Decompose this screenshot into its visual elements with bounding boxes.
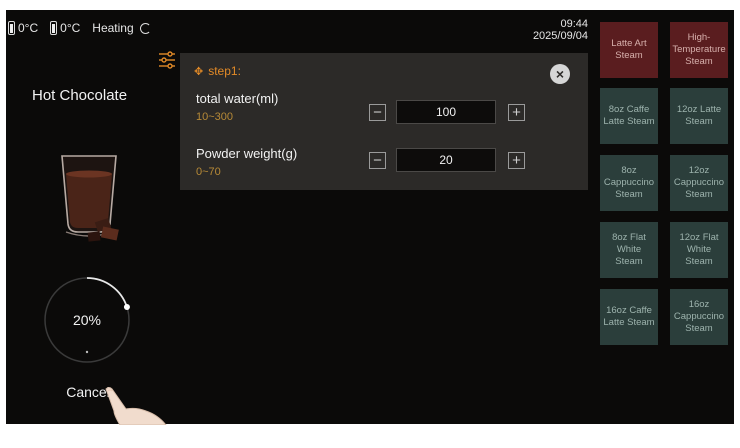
clock: 09:44 2025/09/04 — [526, 18, 588, 42]
settings-sliders-icon[interactable] — [158, 50, 176, 70]
water-param-label: total water(ml) — [196, 91, 279, 106]
tank-1-temp: 0°C — [18, 21, 39, 35]
tile-12oz-cappuccino-steam[interactable]: 12oz Cappuccino Steam — [670, 155, 728, 211]
tank-icon — [50, 21, 58, 35]
hot-chocolate-cup-icon — [61, 155, 119, 242]
tile-12oz-latte-steam[interactable]: 12oz Latte Steam — [670, 88, 728, 144]
gear-icon: ✥ — [194, 65, 204, 78]
powder-param-label: Powder weight(g) — [196, 146, 298, 161]
powder-plus-button[interactable]: + — [508, 152, 525, 169]
water-param-range: 10~300 — [196, 111, 234, 123]
machine-screen: 0°C 0°C Heating 09:44 2025/09/04 Hot Cho… — [6, 10, 734, 424]
step-label: step1: — [208, 64, 241, 78]
heating-status: Heating — [92, 21, 151, 35]
tile-high-temperature-steam[interactable]: High-Temperature Steam — [670, 22, 728, 78]
water-minus-button[interactable]: − — [369, 104, 386, 121]
powder-value-field[interactable]: 20 — [396, 148, 496, 172]
water-plus-button[interactable]: + — [508, 104, 525, 121]
tank-1-status: 0°C — [8, 21, 38, 35]
tank-icon — [8, 21, 15, 35]
tile-8oz-flat-white-steam[interactable]: 8oz Flat White Steam — [600, 222, 658, 278]
water-value-field[interactable]: 100 — [396, 100, 496, 124]
powder-param-range: 0~70 — [196, 166, 221, 178]
tile-16oz-caffe-latte-steam[interactable]: 16oz Caffe Latte Steam — [600, 289, 658, 345]
tank-2-status: 0°C — [50, 21, 80, 35]
progress-percent: 20% — [72, 312, 102, 328]
heating-label: Heating — [92, 21, 134, 35]
tile-8oz-caffe-latte-steam[interactable]: 8oz Caffe Latte Steam — [600, 88, 658, 144]
tile-8oz-cappuccino-steam[interactable]: 8oz Cappuccino Steam — [600, 155, 658, 211]
powder-minus-button[interactable]: − — [369, 152, 386, 169]
loading-spinner-icon — [139, 22, 151, 34]
close-dialog-button[interactable]: × — [550, 64, 570, 84]
tile-16oz-cappuccino-steam[interactable]: 16oz Cappuccino Steam — [670, 289, 728, 345]
tank-2-temp: 0°C — [60, 21, 81, 35]
tile-12oz-flat-white-steam[interactable]: 12oz Flat White Steam — [670, 222, 728, 278]
step-settings-dialog: ✥ step1: × total water(ml) 10~300 − 100 … — [180, 53, 588, 190]
clock-time: 09:44 — [560, 18, 588, 30]
drink-title: Hot Chocolate — [32, 87, 128, 104]
tile-latte-art-steam[interactable]: Latte Art Steam — [600, 22, 658, 78]
step-header: ✥ step1: — [194, 64, 241, 78]
status-bar: 0°C 0°C Heating — [8, 18, 163, 38]
clock-date: 2025/09/04 — [532, 30, 588, 42]
pointing-finger-icon — [105, 387, 167, 425]
